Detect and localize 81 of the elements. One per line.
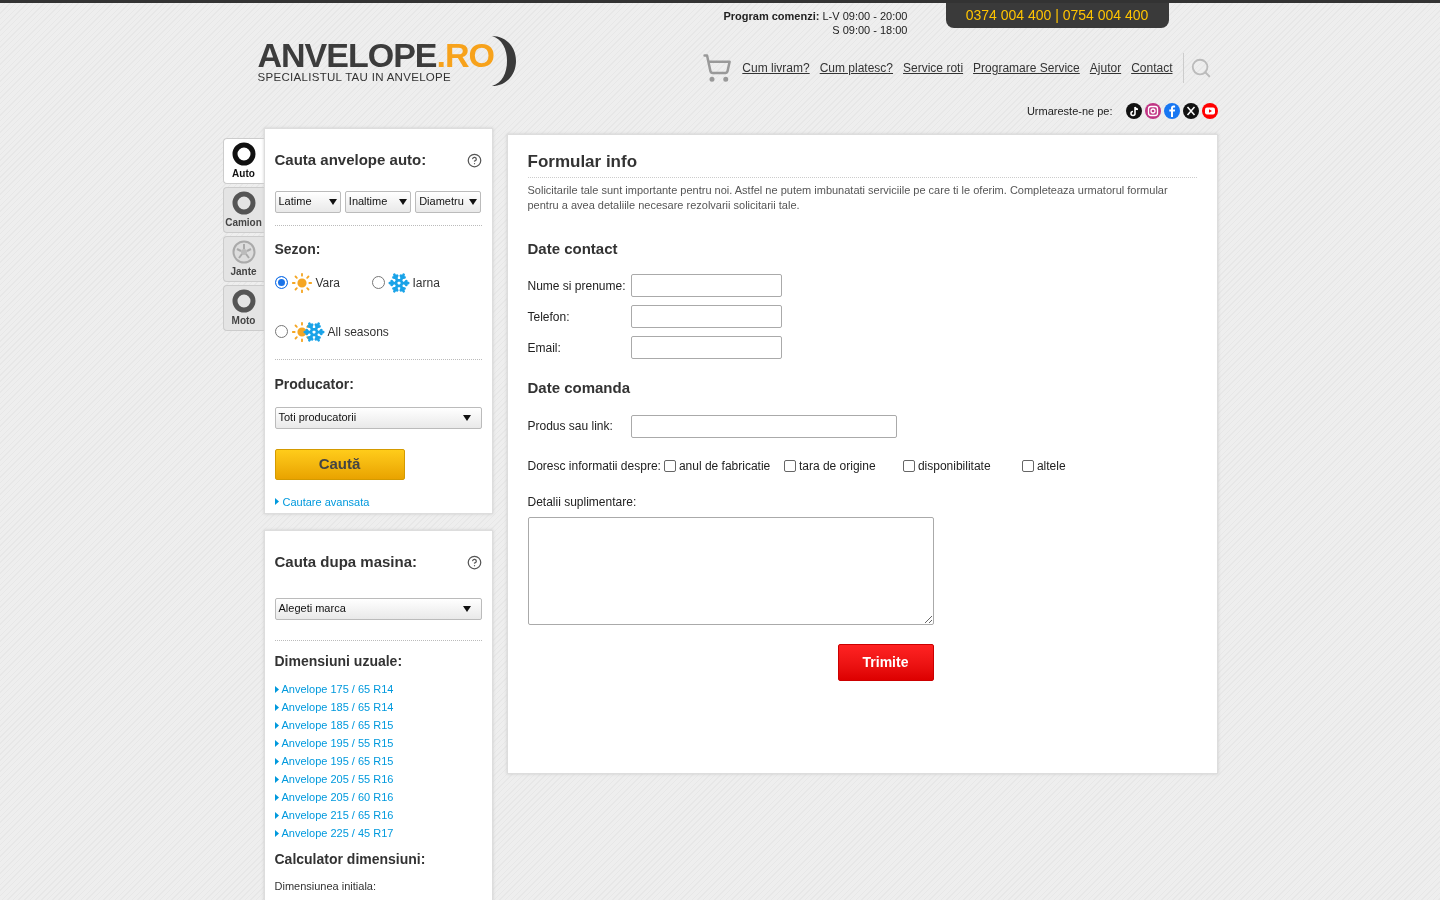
caret-icon (328, 198, 337, 205)
tire-icon (231, 141, 256, 166)
info-checkbox[interactable]: anul de fabricatie (663, 456, 784, 475)
shopping-cart-icon[interactable] (702, 53, 733, 83)
follow-label: Urmareste-ne pe: (1026, 104, 1113, 119)
triangle-icon (274, 722, 279, 729)
help-icon[interactable] (466, 554, 482, 570)
input-field[interactable] (630, 336, 782, 359)
panel-title: Cauta anvelope auto: (274, 150, 427, 170)
section-title: Date comanda (527, 378, 632, 398)
input-field[interactable] (630, 305, 782, 328)
dimension-select[interactable]: Inaltime (344, 190, 412, 213)
triangle-icon (274, 794, 279, 801)
help-icon[interactable] (466, 152, 482, 168)
form-intro: Solicitarile tale sunt importante pentru noi. Astfel ne putem imbunatati serviciile pe care ti le oferim. Completeaza urmatorul formular pentru a avea detaliile necesare rezolvarii solicitarii tale. (527, 182, 1169, 213)
vehicle-tab[interactable]: Camion (222, 187, 264, 233)
season-radio[interactable]: Vara (274, 269, 372, 296)
season-radio[interactable]: All seasons (274, 318, 482, 345)
triangle-icon (274, 830, 279, 837)
caret-icon (469, 198, 478, 205)
nav-link[interactable]: Cum livram? (742, 59, 810, 77)
wheel-rim-icon (231, 239, 256, 264)
triangle-icon (274, 686, 279, 693)
snowflake-icon (387, 271, 410, 294)
section-title: Dimensiuni uzuale: (274, 651, 404, 671)
triangle-icon (274, 498, 279, 506)
details-textarea[interactable] (527, 516, 934, 625)
info-checkbox[interactable]: altele (1021, 456, 1066, 475)
tire-icon (231, 190, 256, 215)
input-field[interactable] (630, 414, 897, 438)
submit-button[interactable]: Trimite (837, 643, 934, 681)
dimension-select[interactable]: Diametru (415, 190, 482, 213)
vehicle-tab[interactable]: Auto (222, 138, 264, 184)
triangle-icon (274, 740, 279, 747)
search-button[interactable]: Caută (274, 448, 405, 480)
car-brand-select[interactable]: Alegeti marca (274, 597, 482, 620)
input-field[interactable] (630, 274, 782, 297)
sun-icon (290, 271, 313, 294)
nav-link[interactable]: Service roti (903, 59, 964, 77)
field-label: Telefon: (527, 308, 571, 326)
field-label: Detalii suplimentare: (527, 493, 638, 511)
caret-icon (462, 414, 471, 421)
nav-link[interactable]: Programare Service (973, 59, 1080, 77)
field-label: Doresc informatii despre: (527, 457, 661, 475)
music-note-icon[interactable] (1125, 103, 1142, 120)
tire-icon (231, 288, 256, 313)
triangle-icon (274, 812, 279, 819)
form-title: Formular info (527, 149, 1197, 178)
field-label: Nume si prenume: (527, 277, 627, 295)
field-label: Email: (527, 339, 562, 357)
nav-link[interactable]: Cum platesc? (819, 59, 894, 77)
caret-icon (399, 198, 408, 205)
panel-title: Cauta dupa masina: (274, 552, 418, 572)
season-radio[interactable]: Iarna (371, 269, 440, 296)
nav-link[interactable]: Contact (1131, 59, 1173, 77)
manufacturer-select[interactable]: Toti producatorii (274, 406, 482, 429)
caret-icon (462, 605, 471, 612)
nav-link[interactable]: Ajutor (1089, 59, 1122, 77)
phone-numbers: 0374 004 400 | 0754 004 400 (945, 3, 1169, 28)
section-title: Producator: (274, 374, 355, 394)
camera-icon[interactable] (1144, 103, 1161, 120)
section-title: Date contact (527, 238, 619, 259)
triangle-icon (274, 758, 279, 765)
section-title: Calculator dimensiuni: (274, 849, 427, 869)
sun-snowflake-icon (290, 319, 325, 344)
field-label: Produs sau link: (527, 418, 614, 435)
vehicle-tab[interactable]: Moto (222, 285, 264, 331)
play-icon[interactable] (1201, 103, 1218, 120)
info-checkbox[interactable]: disponibilitate (902, 456, 1022, 475)
saturday-hours: S 09:00 - 18:00 (831, 23, 908, 37)
field-label: Dimensiunea initiala: (274, 879, 377, 893)
x-icon[interactable] (1182, 103, 1199, 120)
dimension-select[interactable]: Latime (274, 190, 341, 213)
triangle-icon (274, 776, 279, 783)
vehicle-tab[interactable]: Jante (222, 236, 264, 282)
logo[interactable]: ANVELOPE.RO SPECIALISTUL TAU IN ANVELOPE (257, 33, 518, 89)
order-hours: Program comenzi: L-V 09:00 - 20:00 (723, 9, 908, 23)
facebook-icon[interactable] (1163, 103, 1180, 120)
triangle-icon (274, 704, 279, 711)
section-title: Sezon: (274, 239, 322, 259)
info-checkbox[interactable]: tara de origine (783, 456, 903, 475)
